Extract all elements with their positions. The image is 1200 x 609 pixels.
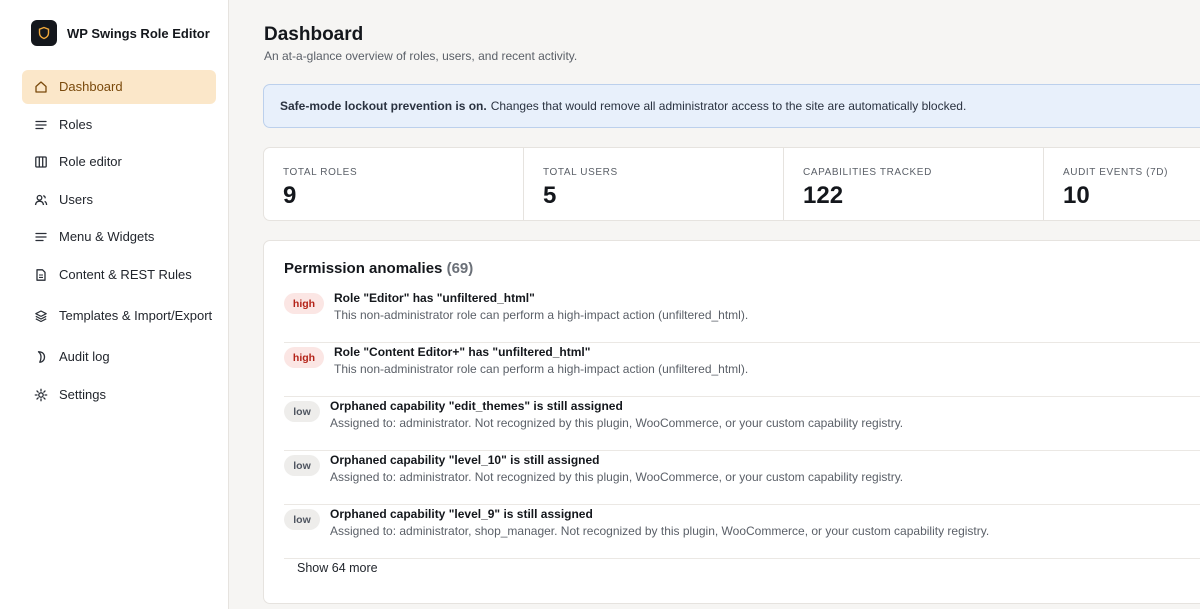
list-icon — [34, 118, 48, 132]
sidebar-item-dashboard[interactable]: Dashboard — [22, 70, 216, 104]
stat-value: 10 — [1063, 182, 1090, 209]
main-content: Dashboard An at-a-glance overview of rol… — [229, 0, 1200, 609]
sidebar-item-label: Dashboard — [59, 79, 123, 94]
sidebar-item-label: Templates & Import/Export — [59, 308, 213, 323]
anomaly-title: Role "Editor" has "unfiltered_html" — [334, 291, 535, 305]
panel-title: Permission anomalies (69) — [284, 260, 473, 277]
sidebar-item-label: Content & REST Rules — [59, 266, 192, 282]
sidebar-item-settings[interactable]: Settings — [22, 378, 216, 412]
stat-label: Audit events (7d) — [1063, 167, 1169, 178]
anomaly-description: Assigned to: administrator. Not recogniz… — [330, 470, 904, 484]
home-icon — [34, 80, 48, 94]
sidebar-item-menu-widgets[interactable]: Menu & Widgets — [22, 220, 216, 254]
stat-total-users: Total users 5 — [524, 148, 784, 220]
anomaly-title: Orphaned capability "edit_themes" is sti… — [330, 399, 623, 413]
stats-row: Total roles 9 Total users 5 Capabilities… — [263, 147, 1200, 221]
anomaly-item[interactable]: high Role "Content Editor+" has "unfilte… — [284, 343, 1200, 397]
shield-icon — [31, 20, 57, 46]
show-more-button[interactable]: Show 64 more — [297, 561, 378, 575]
document-icon — [34, 268, 48, 282]
anomaly-item[interactable]: high Role "Editor" has "unfiltered_html"… — [284, 289, 1200, 343]
anomaly-description: This non-administrator role can perform … — [334, 308, 749, 322]
notice-bold-text: Safe-mode lockout prevention is on. — [280, 99, 487, 113]
sidebar-item-users[interactable]: Users — [22, 183, 216, 217]
sidebar-item-audit-log[interactable]: Audit log — [22, 340, 216, 374]
sidebar-item-content-rest-rules[interactable]: Content & REST Rules — [22, 258, 216, 292]
audit-icon — [34, 350, 48, 364]
sidebar-item-label: Settings — [59, 386, 106, 402]
stat-value: 9 — [283, 182, 297, 209]
permission-anomalies-panel: Permission anomalies (69) high Role "Edi… — [263, 240, 1200, 604]
safe-mode-notice: Safe-mode lockout prevention is on. Chan… — [263, 84, 1200, 128]
severity-badge: low — [284, 509, 320, 530]
panel-title-text: Permission anomalies — [284, 260, 443, 277]
columns-icon — [34, 155, 48, 169]
sidebar-item-label: Menu & Widgets — [59, 229, 155, 244]
sidebar-item-label: Role editor — [59, 154, 122, 169]
sidebar-item-label: Roles — [59, 116, 93, 132]
layers-icon — [34, 309, 48, 323]
severity-badge: high — [284, 347, 324, 368]
anomaly-description: Assigned to: administrator. Not recogniz… — [330, 416, 904, 430]
sidebar-item-roles[interactable]: Roles — [22, 108, 216, 142]
sidebar-item-label: Audit log — [59, 349, 110, 364]
stat-audit-events: Audit events (7d) 10 — [1044, 148, 1200, 220]
page-subtitle: An at-a-glance overview of roles, users,… — [264, 49, 578, 63]
stat-value: 5 — [543, 182, 557, 209]
sidebar-item-label: Users — [59, 191, 93, 207]
stat-label: Total roles — [283, 167, 358, 178]
anomaly-item[interactable]: low Orphaned capability "edit_themes" is… — [284, 397, 1200, 451]
gear-icon — [34, 388, 48, 402]
anomaly-count: (69) — [446, 260, 474, 277]
severity-badge: low — [284, 401, 320, 422]
sidebar-item-templates-import-export[interactable]: Templates & Import/Export — [22, 295, 216, 337]
anomaly-description: Assigned to: administrator, shop_manager… — [330, 524, 990, 538]
brand-name: WP Swings Role Editor — [67, 25, 210, 41]
anomaly-title: Orphaned capability "level_10" is still … — [330, 453, 600, 467]
sidebar: WP Swings Role Editor Dashboard Roles Ro… — [0, 0, 229, 609]
anomaly-title: Orphaned capability "level_9" is still a… — [330, 507, 593, 521]
brand[interactable]: WP Swings Role Editor — [31, 20, 210, 46]
anomaly-item[interactable]: low Orphaned capability "level_9" is sti… — [284, 505, 1200, 559]
sidebar-nav: Dashboard Roles Role editor Users Menu &… — [22, 70, 216, 415]
menu-icon — [34, 230, 48, 244]
stat-total-roles: Total roles 9 — [264, 148, 524, 220]
anomaly-title: Role "Content Editor+" has "unfiltered_h… — [334, 345, 591, 359]
severity-badge: high — [284, 293, 324, 314]
stat-label: Total users — [543, 167, 618, 178]
page-title: Dashboard — [264, 24, 364, 45]
severity-badge: low — [284, 455, 320, 476]
users-icon — [34, 193, 48, 207]
stat-label: Capabilities tracked — [803, 167, 932, 178]
sidebar-item-role-editor[interactable]: Role editor — [22, 145, 216, 179]
anomaly-item[interactable]: low Orphaned capability "level_10" is st… — [284, 451, 1200, 505]
stat-value: 122 — [803, 182, 844, 209]
stat-capabilities-tracked: Capabilities tracked 122 — [784, 148, 1044, 220]
notice-text: Changes that would remove all administra… — [490, 99, 967, 113]
anomaly-description: This non-administrator role can perform … — [334, 362, 749, 376]
